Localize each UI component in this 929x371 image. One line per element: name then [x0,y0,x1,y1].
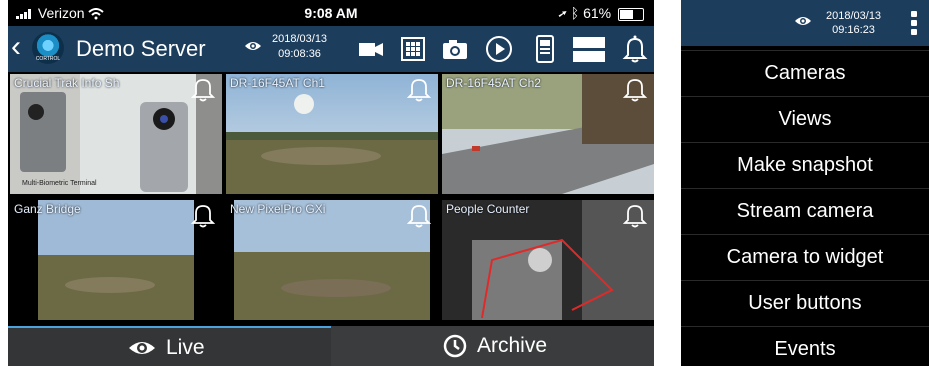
datetime-display: 2018/03/13 09:16:23 [826,9,881,37]
menu-item-camera-to-widget[interactable]: Camera to widget [681,234,929,280]
camera-tile[interactable]: DR-16F45AT Ch1 [226,74,438,194]
camera-tile[interactable]: Multi-Biometric Terminal Crucial Trak In… [10,74,222,194]
camera-label: People Counter [446,202,530,216]
camera-label: Ganz Bridge [14,202,81,216]
snapshot-icon[interactable] [440,34,470,64]
grid-icon[interactable] [398,34,428,64]
tab-live-label: Live [166,336,205,359]
server-name: Demo Server [76,36,206,61]
bell-icon[interactable] [406,76,432,102]
camera-label: DR-16F45AT Ch1 [230,76,325,90]
menu-header: 2018/03/13 09:16:23 [681,0,929,46]
app-logo: CORTROL [32,32,64,64]
time-text: 09:16:23 [832,24,875,36]
clock-icon [443,334,467,358]
bell-icon[interactable] [190,76,216,102]
bottom-tab-bar: Live Archive [8,326,654,366]
status-time: 9:08 AM [304,5,358,21]
status-bar: Verizon 9:08 AM ➚ ᛒ 61% [8,0,654,26]
terminal-caption: Multi-Biometric Terminal [22,180,97,187]
back-chevron-icon[interactable]: ‹ [11,32,21,62]
datetime-display: 2018/03/13 09:08:36 [245,32,328,62]
camera-label: DR-16F45AT Ch2 [446,76,541,90]
bell-icon[interactable] [620,34,650,64]
battery-icon [618,7,644,21]
bluetooth-icon: ᛒ [570,5,580,21]
play-icon[interactable] [484,34,514,64]
bell-icon[interactable] [622,76,648,102]
menu-item-stream-camera[interactable]: Stream camera [681,188,929,234]
eye-icon [795,17,811,25]
tab-archive-label: Archive [477,334,548,357]
split-layout-icon[interactable] [571,34,607,64]
date-text: 2018/03/13 [272,33,328,45]
bell-icon[interactable] [406,202,432,228]
camera-label: New PixelPro GXi [230,202,326,216]
top-bar: ‹ CORTROL Demo Server 2018/03/13 09:08:3… [8,26,654,72]
phone-screen: Verizon 9:08 AM ➚ ᛒ 61% ‹ CORTROL Demo S… [8,0,654,366]
more-options-icon[interactable] [911,11,917,38]
date-text: 2018/03/13 [826,10,882,22]
tab-archive[interactable]: Archive [331,326,654,366]
battery-percent: 61% [583,5,612,21]
menu-item-make-snapshot[interactable]: Make snapshot [681,142,929,188]
bell-icon[interactable] [190,202,216,228]
eye-icon [129,342,155,354]
menu-item-events[interactable]: Events [681,326,929,367]
bell-icon[interactable] [622,202,648,228]
menu-item-user-buttons[interactable]: User buttons [681,280,929,326]
camera-tile[interactable]: People Counter [442,200,654,320]
tab-live[interactable]: Live [8,326,331,366]
camera-menu-screen: 2018/03/13 09:16:23 Cameras Views Make s… [681,0,929,366]
camera-tile[interactable]: New PixelPro GXi [226,200,438,320]
time-text: 09:08:36 [278,48,321,60]
camera-tile[interactable]: DR-16F45AT Ch2 [442,74,654,194]
menu-item-views[interactable]: Views [681,96,929,142]
location-icon: ➚ [558,5,567,21]
tablet-icon[interactable] [530,34,560,64]
camera-tile[interactable]: Ganz Bridge [10,200,222,320]
video-camera-icon[interactable] [356,34,386,64]
eye-icon [245,42,261,50]
camera-label: Crucial Trak Info Sh [14,76,120,90]
menu-item-cameras[interactable]: Cameras [681,50,929,96]
